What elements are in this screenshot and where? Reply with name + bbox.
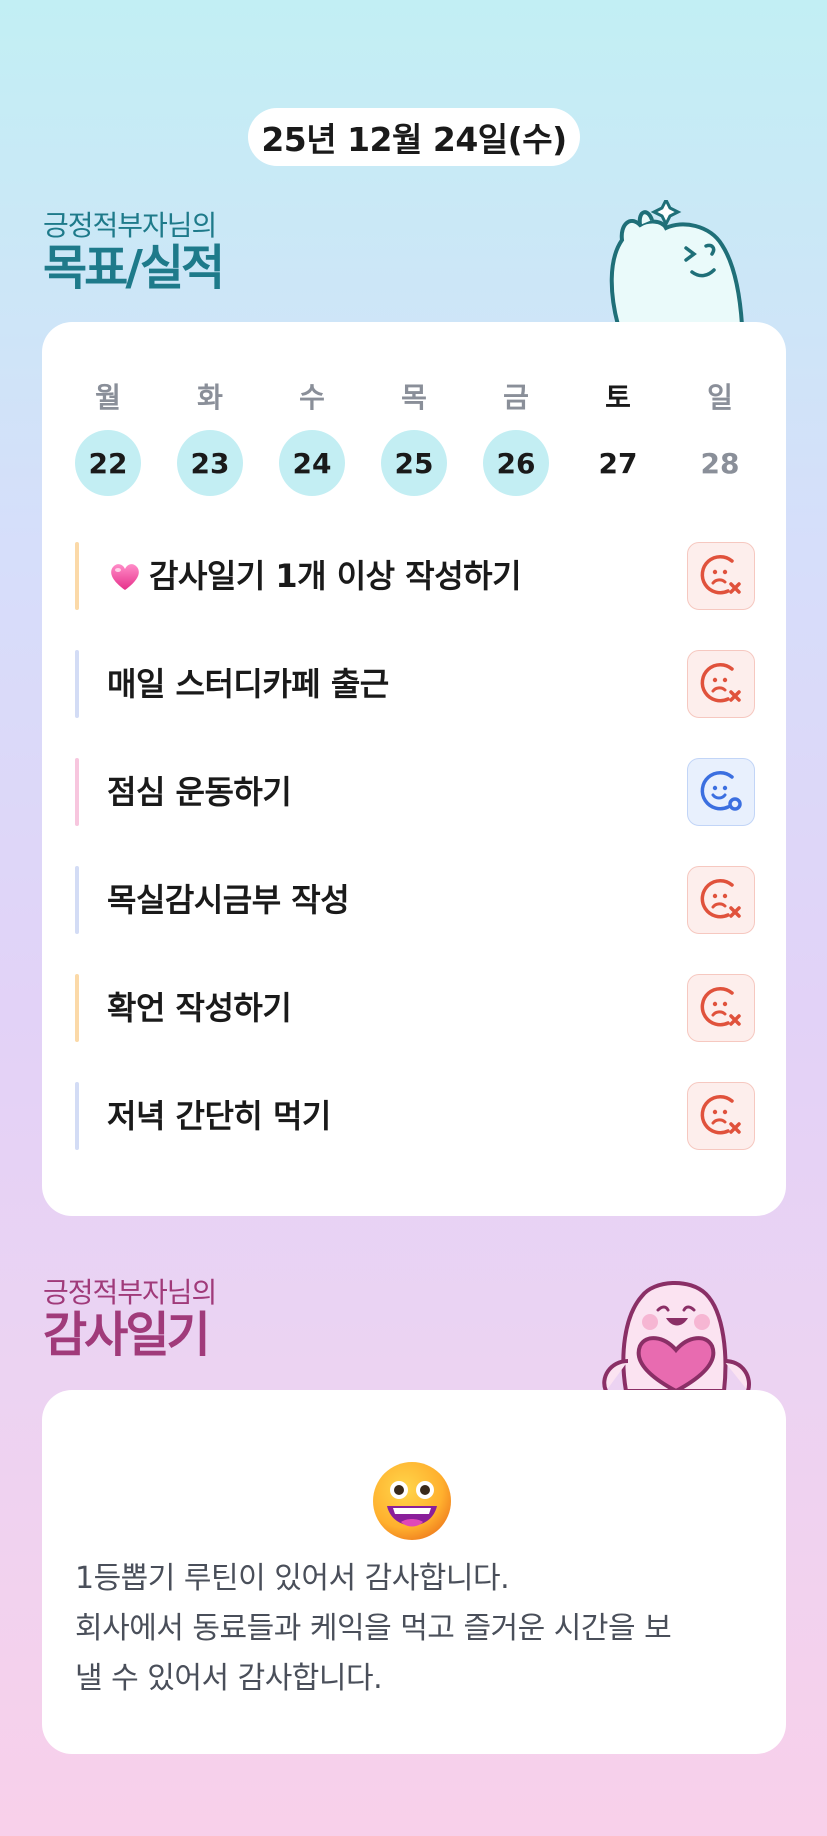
goal-label: 점심 운동하기 bbox=[107, 773, 292, 811]
goal-label: 목실감시금부 작성 bbox=[107, 881, 350, 919]
day-number[interactable]: 24 bbox=[279, 430, 345, 496]
goal-item[interactable]: 확언 작성하기 bbox=[75, 974, 755, 1042]
day-name: 토 bbox=[605, 381, 631, 414]
day-number[interactable]: 28 bbox=[687, 430, 753, 496]
grinning-face-icon bbox=[373, 1462, 451, 1540]
current-date: 25년 12월 24일(수) bbox=[261, 120, 567, 159]
goal-status-fail-button[interactable] bbox=[687, 974, 755, 1042]
mascot-thumbs-up-icon bbox=[609, 200, 745, 325]
goals-subtitle: 긍정적부자님의 bbox=[43, 209, 217, 242]
goal-status-ok-button[interactable] bbox=[687, 758, 755, 826]
day-number[interactable]: 26 bbox=[483, 430, 549, 496]
sad-face-x-icon bbox=[700, 879, 741, 919]
diary-card: 1등뽑기 루틴이 있어서 감사합니다. 회사에서 동료들과 케익을 먹고 즐거운… bbox=[42, 1390, 786, 1754]
day-name: 수 bbox=[299, 381, 325, 414]
day-number[interactable]: 25 bbox=[381, 430, 447, 496]
goal-item[interactable]: 점심 운동하기 bbox=[75, 758, 755, 826]
goals-card: 월 22 화 23 수 24 목 25 금 26 토 27 일 28 감사일기 … bbox=[42, 322, 786, 1216]
sad-face-x-icon bbox=[700, 663, 741, 703]
date-pill[interactable]: 25년 12월 24일(수) bbox=[248, 108, 580, 166]
goal-accent-bar bbox=[75, 758, 79, 826]
goal-item[interactable]: 매일 스터디카페 출근 bbox=[75, 650, 755, 718]
diary-subtitle: 긍정적부자님의 bbox=[43, 1276, 217, 1309]
goal-label: 감사일기 1개 이상 작성하기 bbox=[149, 557, 522, 595]
sad-face-x-icon bbox=[700, 1095, 741, 1135]
goal-accent-bar bbox=[75, 650, 79, 718]
day-name: 일 bbox=[707, 381, 733, 414]
goal-item[interactable]: 목실감시금부 작성 bbox=[75, 866, 755, 934]
day-number[interactable]: 22 bbox=[75, 430, 141, 496]
goals-section-title: 긍정적부자님의 목표/실적 bbox=[43, 209, 225, 296]
sad-face-x-icon bbox=[700, 555, 741, 595]
goal-label: 저녁 간단히 먹기 bbox=[107, 1097, 331, 1135]
diary-title: 감사일기 bbox=[43, 1307, 211, 1363]
goal-accent-bar bbox=[75, 542, 79, 610]
goal-status-fail-button[interactable] bbox=[687, 650, 755, 718]
day-name: 목 bbox=[401, 381, 427, 414]
goal-status-fail-button[interactable] bbox=[687, 542, 755, 610]
diary-entry-text: 1등뽑기 루틴이 있어서 감사합니다. 회사에서 동료들과 케익을 먹고 즐거운… bbox=[75, 1561, 672, 1696]
diary-section-title: 긍정적부자님의 감사일기 bbox=[43, 1276, 217, 1363]
day-number[interactable]: 23 bbox=[177, 430, 243, 496]
goal-accent-bar bbox=[75, 974, 79, 1042]
day-name: 금 bbox=[503, 381, 529, 414]
goal-accent-bar bbox=[75, 1082, 79, 1150]
mascot-heart-icon bbox=[602, 1280, 751, 1391]
sad-face-x-icon bbox=[700, 987, 741, 1027]
goal-status-fail-button[interactable] bbox=[687, 1082, 755, 1150]
heart-icon bbox=[111, 564, 139, 590]
goals-title: 목표/실적 bbox=[43, 240, 225, 296]
goal-status-fail-button[interactable] bbox=[687, 866, 755, 934]
goal-label: 매일 스터디카페 출근 bbox=[107, 665, 389, 703]
day-name: 화 bbox=[197, 381, 223, 414]
day-number[interactable]: 27 bbox=[585, 430, 651, 496]
goal-item[interactable]: 감사일기 1개 이상 작성하기 bbox=[75, 542, 755, 610]
smile-face-check-icon bbox=[700, 771, 742, 811]
goal-label: 확언 작성하기 bbox=[107, 989, 292, 1027]
goal-accent-bar bbox=[75, 866, 79, 934]
day-name: 월 bbox=[95, 381, 121, 414]
goal-item[interactable]: 저녁 간단히 먹기 bbox=[75, 1082, 755, 1150]
